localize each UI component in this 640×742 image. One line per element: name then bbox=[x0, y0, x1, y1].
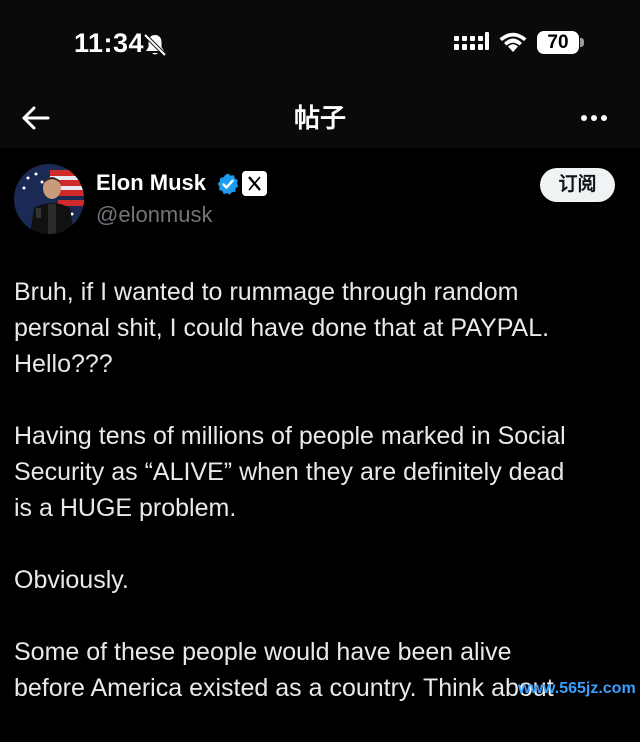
post-paragraph: Having tens of millions of people marked… bbox=[14, 422, 566, 522]
battery-tip bbox=[580, 38, 584, 47]
subscribe-button[interactable]: 订阅 bbox=[540, 168, 615, 202]
status-time: 11:34 bbox=[74, 28, 145, 58]
battery-icon: 70 bbox=[537, 31, 579, 54]
post-body: Bruh, if I wanted to rummage through ran… bbox=[14, 274, 626, 742]
header-bar: 帖子 bbox=[0, 88, 640, 148]
wifi-icon bbox=[499, 32, 527, 52]
page-title: 帖子 bbox=[293, 103, 346, 133]
post-paragraph: Obviously. bbox=[14, 566, 129, 594]
avatar[interactable] bbox=[14, 164, 84, 234]
watermark: www.565jz.com bbox=[518, 680, 636, 697]
post-paragraph: Bruh, if I wanted to rummage through ran… bbox=[14, 278, 550, 378]
author-handle[interactable]: @elonmusk bbox=[96, 202, 213, 228]
author-name[interactable]: Elon Musk bbox=[96, 170, 206, 196]
status-bar: 11:34 70 bbox=[0, 0, 640, 88]
more-options-icon[interactable] bbox=[574, 98, 614, 138]
verified-badge-icon bbox=[217, 173, 239, 195]
signal-icon bbox=[454, 32, 489, 50]
bell-slash-icon bbox=[143, 33, 167, 57]
x-affiliation-icon[interactable] bbox=[242, 171, 267, 196]
